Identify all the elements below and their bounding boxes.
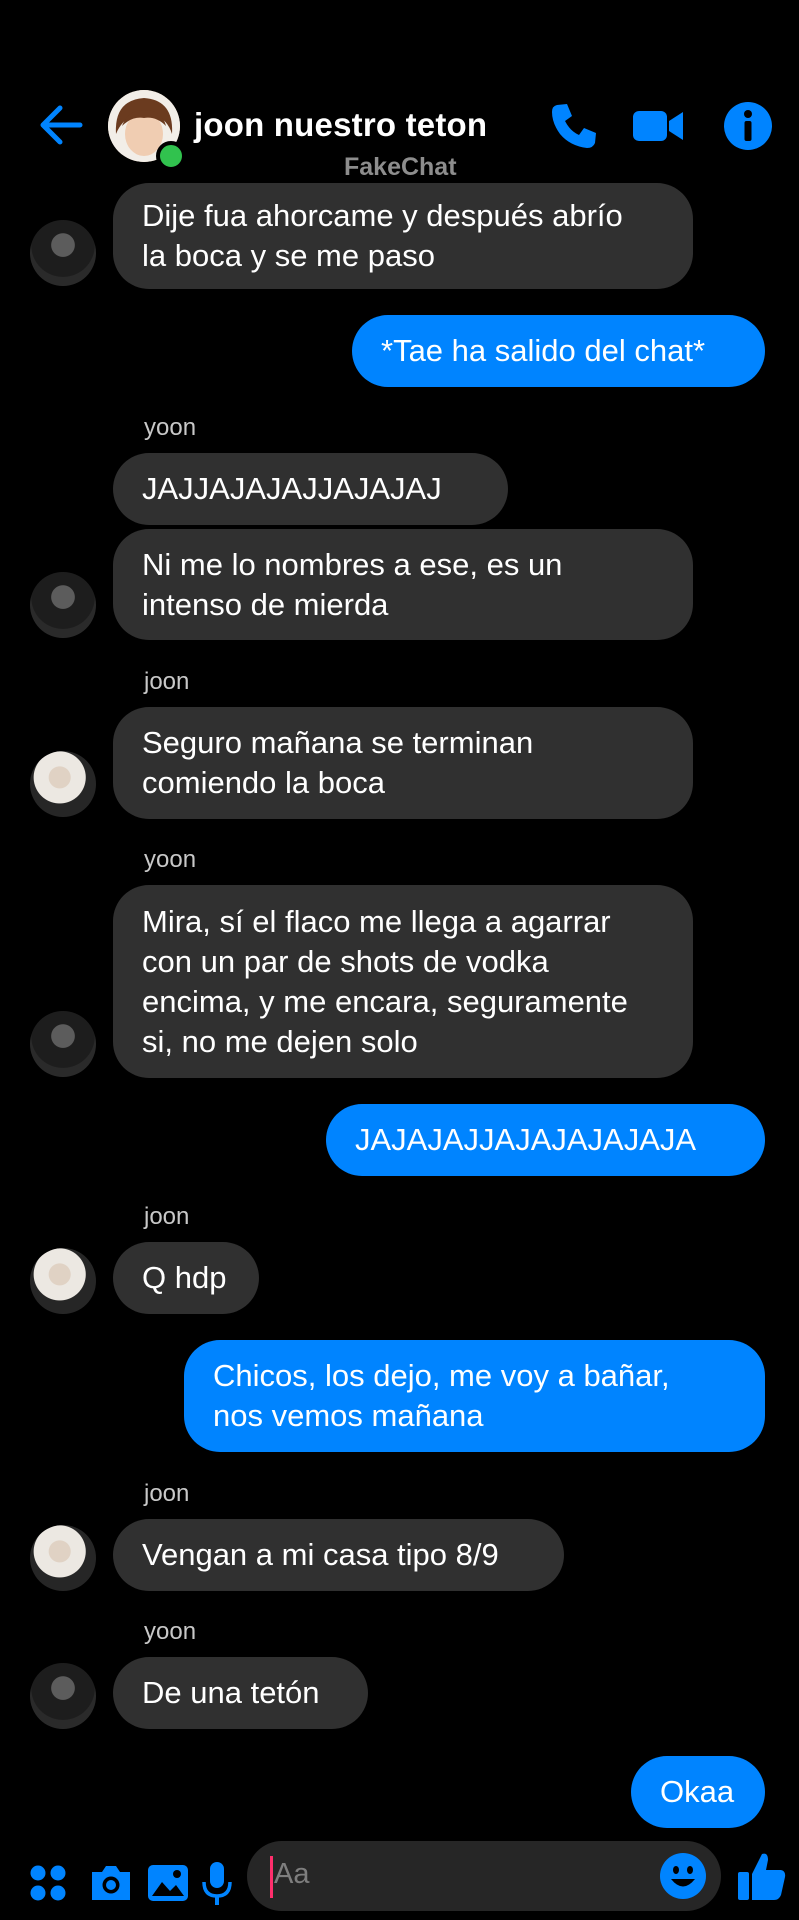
sender-name: joon — [144, 668, 190, 695]
message-text: Mira, sí el flaco me llega a agarrar con… — [142, 903, 628, 1059]
more-apps-icon[interactable] — [28, 1860, 68, 1906]
sender-name: yoon — [144, 1618, 197, 1645]
thumbs-up-icon[interactable] — [737, 1850, 787, 1902]
avatar-joon[interactable] — [30, 1248, 96, 1314]
message-text: De una tetón — [142, 1675, 320, 1710]
avatar-joon[interactable] — [30, 1525, 96, 1591]
avatar-yoon[interactable] — [30, 1663, 96, 1729]
message-text: JAJJAJAJAJJAJAJAJ — [142, 471, 442, 506]
message-text: JAJAJAJJAJAJAJAJAJA — [355, 1122, 697, 1157]
message-bubble-outgoing[interactable]: Okaa — [631, 1756, 765, 1828]
message-bubble-incoming[interactable]: De una tetón — [113, 1657, 368, 1729]
sender-name: yoon — [144, 414, 197, 441]
message-bubble-incoming[interactable]: JAJJAJAJAJJAJAJAJ — [113, 453, 508, 525]
avatar-yoon[interactable] — [30, 220, 96, 286]
message-text: Ni me lo nombres a ese, es un intenso de… — [142, 546, 563, 622]
message-input[interactable] — [247, 1841, 721, 1911]
message-bubble-outgoing[interactable]: Chicos, los dejo, me voy a bañar, nos ve… — [184, 1340, 765, 1452]
message-bubble-incoming[interactable]: Seguro mañana se terminan comiendo la bo… — [113, 707, 693, 819]
avatar-joon[interactable] — [30, 751, 96, 817]
message-bubble-incoming[interactable]: Q hdp — [113, 1242, 259, 1314]
message-text: Dije fua ahorcame y después abrío la boc… — [142, 198, 623, 273]
text-cursor — [270, 1856, 273, 1898]
gallery-icon[interactable] — [147, 1860, 189, 1906]
back-arrow-icon[interactable] — [36, 100, 86, 150]
message-text: Q hdp — [142, 1260, 227, 1295]
message-text: Chicos, los dejo, me voy a bañar, nos ve… — [213, 1358, 670, 1433]
phone-call-icon[interactable] — [548, 100, 600, 152]
avatar-yoon[interactable] — [30, 1011, 96, 1077]
message-bubble-outgoing[interactable]: *Tae ha salido del chat* — [352, 315, 765, 387]
message-text: Okaa — [660, 1774, 735, 1809]
avatar-yoon[interactable] — [30, 572, 96, 638]
message-text: Vengan a mi casa tipo 8/9 — [142, 1537, 499, 1572]
video-call-icon[interactable] — [632, 100, 684, 152]
message-text: *Tae ha salido del chat* — [381, 333, 706, 368]
message-text: Seguro mañana se terminan comiendo la bo… — [142, 725, 534, 800]
sender-name: joon — [144, 1203, 190, 1230]
microphone-icon[interactable] — [201, 1860, 233, 1906]
camera-icon[interactable] — [88, 1860, 134, 1906]
emoji-icon[interactable] — [659, 1852, 707, 1900]
message-bubble-incoming[interactable]: Vengan a mi casa tipo 8/9 — [113, 1519, 564, 1591]
chat-title[interactable]: joon nuestro teton — [194, 106, 487, 144]
info-icon[interactable] — [722, 100, 774, 152]
message-bubble-outgoing[interactable]: JAJAJAJJAJAJAJAJAJA — [326, 1104, 765, 1176]
message-bubble-incoming[interactable]: Mira, sí el flaco me llega a agarrar con… — [113, 885, 693, 1078]
message-bubble-incoming[interactable]: Ni me lo nombres a ese, es un intenso de… — [113, 529, 693, 640]
message-input-placeholder: Aa — [274, 1858, 310, 1890]
sender-name: joon — [144, 1480, 190, 1507]
online-status-dot — [156, 141, 186, 171]
chat-subtitle: FakeChat — [344, 153, 457, 181]
sender-name: yoon — [144, 846, 197, 873]
message-bubble-incoming[interactable]: Dije fua ahorcame y después abrío la boc… — [113, 183, 693, 289]
